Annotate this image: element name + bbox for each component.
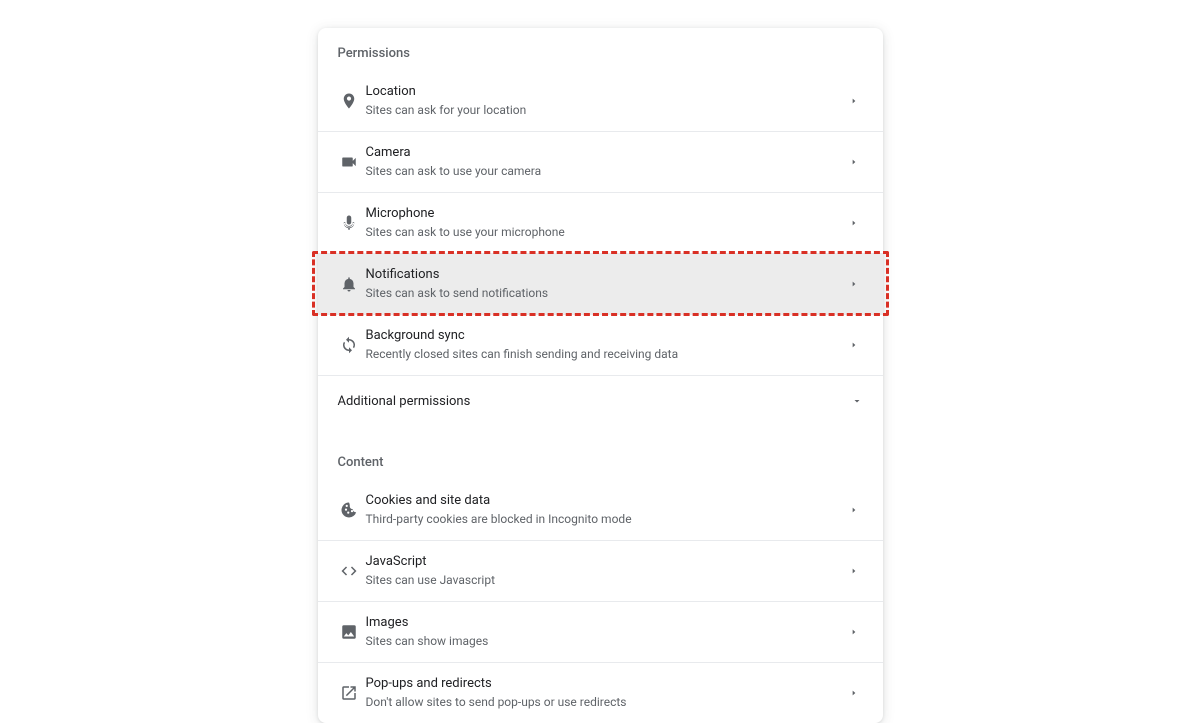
settings-card: Permissions Location Sites can ask for y… <box>318 28 883 723</box>
row-javascript[interactable]: JavaScript Sites can use Javascript <box>318 541 883 602</box>
row-title: Pop-ups and redirects <box>366 675 845 693</box>
content-section-header: Content <box>318 427 883 480</box>
chevron-right-icon <box>845 280 863 288</box>
row-subtitle: Sites can use Javascript <box>366 572 845 589</box>
row-subtitle: Sites can ask to send notifications <box>366 285 845 302</box>
row-title: Cookies and site data <box>366 492 845 510</box>
row-subtitle: Don't allow sites to send pop-ups or use… <box>366 694 845 711</box>
row-subtitle: Recently closed sites can finish sending… <box>366 346 845 363</box>
row-popups[interactable]: Pop-ups and redirects Don't allow sites … <box>318 663 883 723</box>
row-title: Microphone <box>366 205 845 223</box>
row-subtitle: Third-party cookies are blocked in Incog… <box>366 511 845 528</box>
chevron-right-icon <box>845 158 863 166</box>
row-location[interactable]: Location Sites can ask for your location <box>318 71 883 132</box>
chevron-right-icon <box>845 628 863 636</box>
row-background-sync[interactable]: Background sync Recently closed sites ca… <box>318 315 883 376</box>
row-title: Images <box>366 614 845 632</box>
microphone-icon <box>332 214 366 232</box>
row-images[interactable]: Images Sites can show images <box>318 602 883 663</box>
row-subtitle: Sites can ask for your location <box>366 102 845 119</box>
chevron-right-icon <box>845 341 863 349</box>
row-title: Location <box>366 83 845 101</box>
chevron-right-icon <box>845 689 863 697</box>
row-cookies[interactable]: Cookies and site data Third-party cookie… <box>318 480 883 541</box>
permissions-section-header: Permissions <box>318 28 883 71</box>
row-title: Background sync <box>366 327 845 345</box>
chevron-right-icon <box>845 219 863 227</box>
additional-permissions-label: Additional permissions <box>338 394 851 409</box>
row-title: Notifications <box>366 266 845 284</box>
chevron-right-icon <box>845 97 863 105</box>
additional-permissions-toggle[interactable]: Additional permissions <box>318 376 883 427</box>
camera-icon <box>332 153 366 171</box>
row-subtitle: Sites can ask to use your microphone <box>366 224 845 241</box>
row-notifications[interactable]: Notifications Sites can ask to send noti… <box>318 254 883 315</box>
image-icon <box>332 623 366 641</box>
location-icon <box>332 92 366 110</box>
popup-icon <box>332 684 366 702</box>
row-title: Camera <box>366 144 845 162</box>
bell-icon <box>332 275 366 293</box>
row-title: JavaScript <box>366 553 845 571</box>
code-icon <box>332 562 366 580</box>
row-camera[interactable]: Camera Sites can ask to use your camera <box>318 132 883 193</box>
chevron-right-icon <box>845 506 863 514</box>
sync-icon <box>332 336 366 354</box>
chevron-down-icon <box>851 392 863 411</box>
row-subtitle: Sites can show images <box>366 633 845 650</box>
chevron-right-icon <box>845 567 863 575</box>
row-microphone[interactable]: Microphone Sites can ask to use your mic… <box>318 193 883 254</box>
row-subtitle: Sites can ask to use your camera <box>366 163 845 180</box>
cookie-icon <box>332 501 366 519</box>
